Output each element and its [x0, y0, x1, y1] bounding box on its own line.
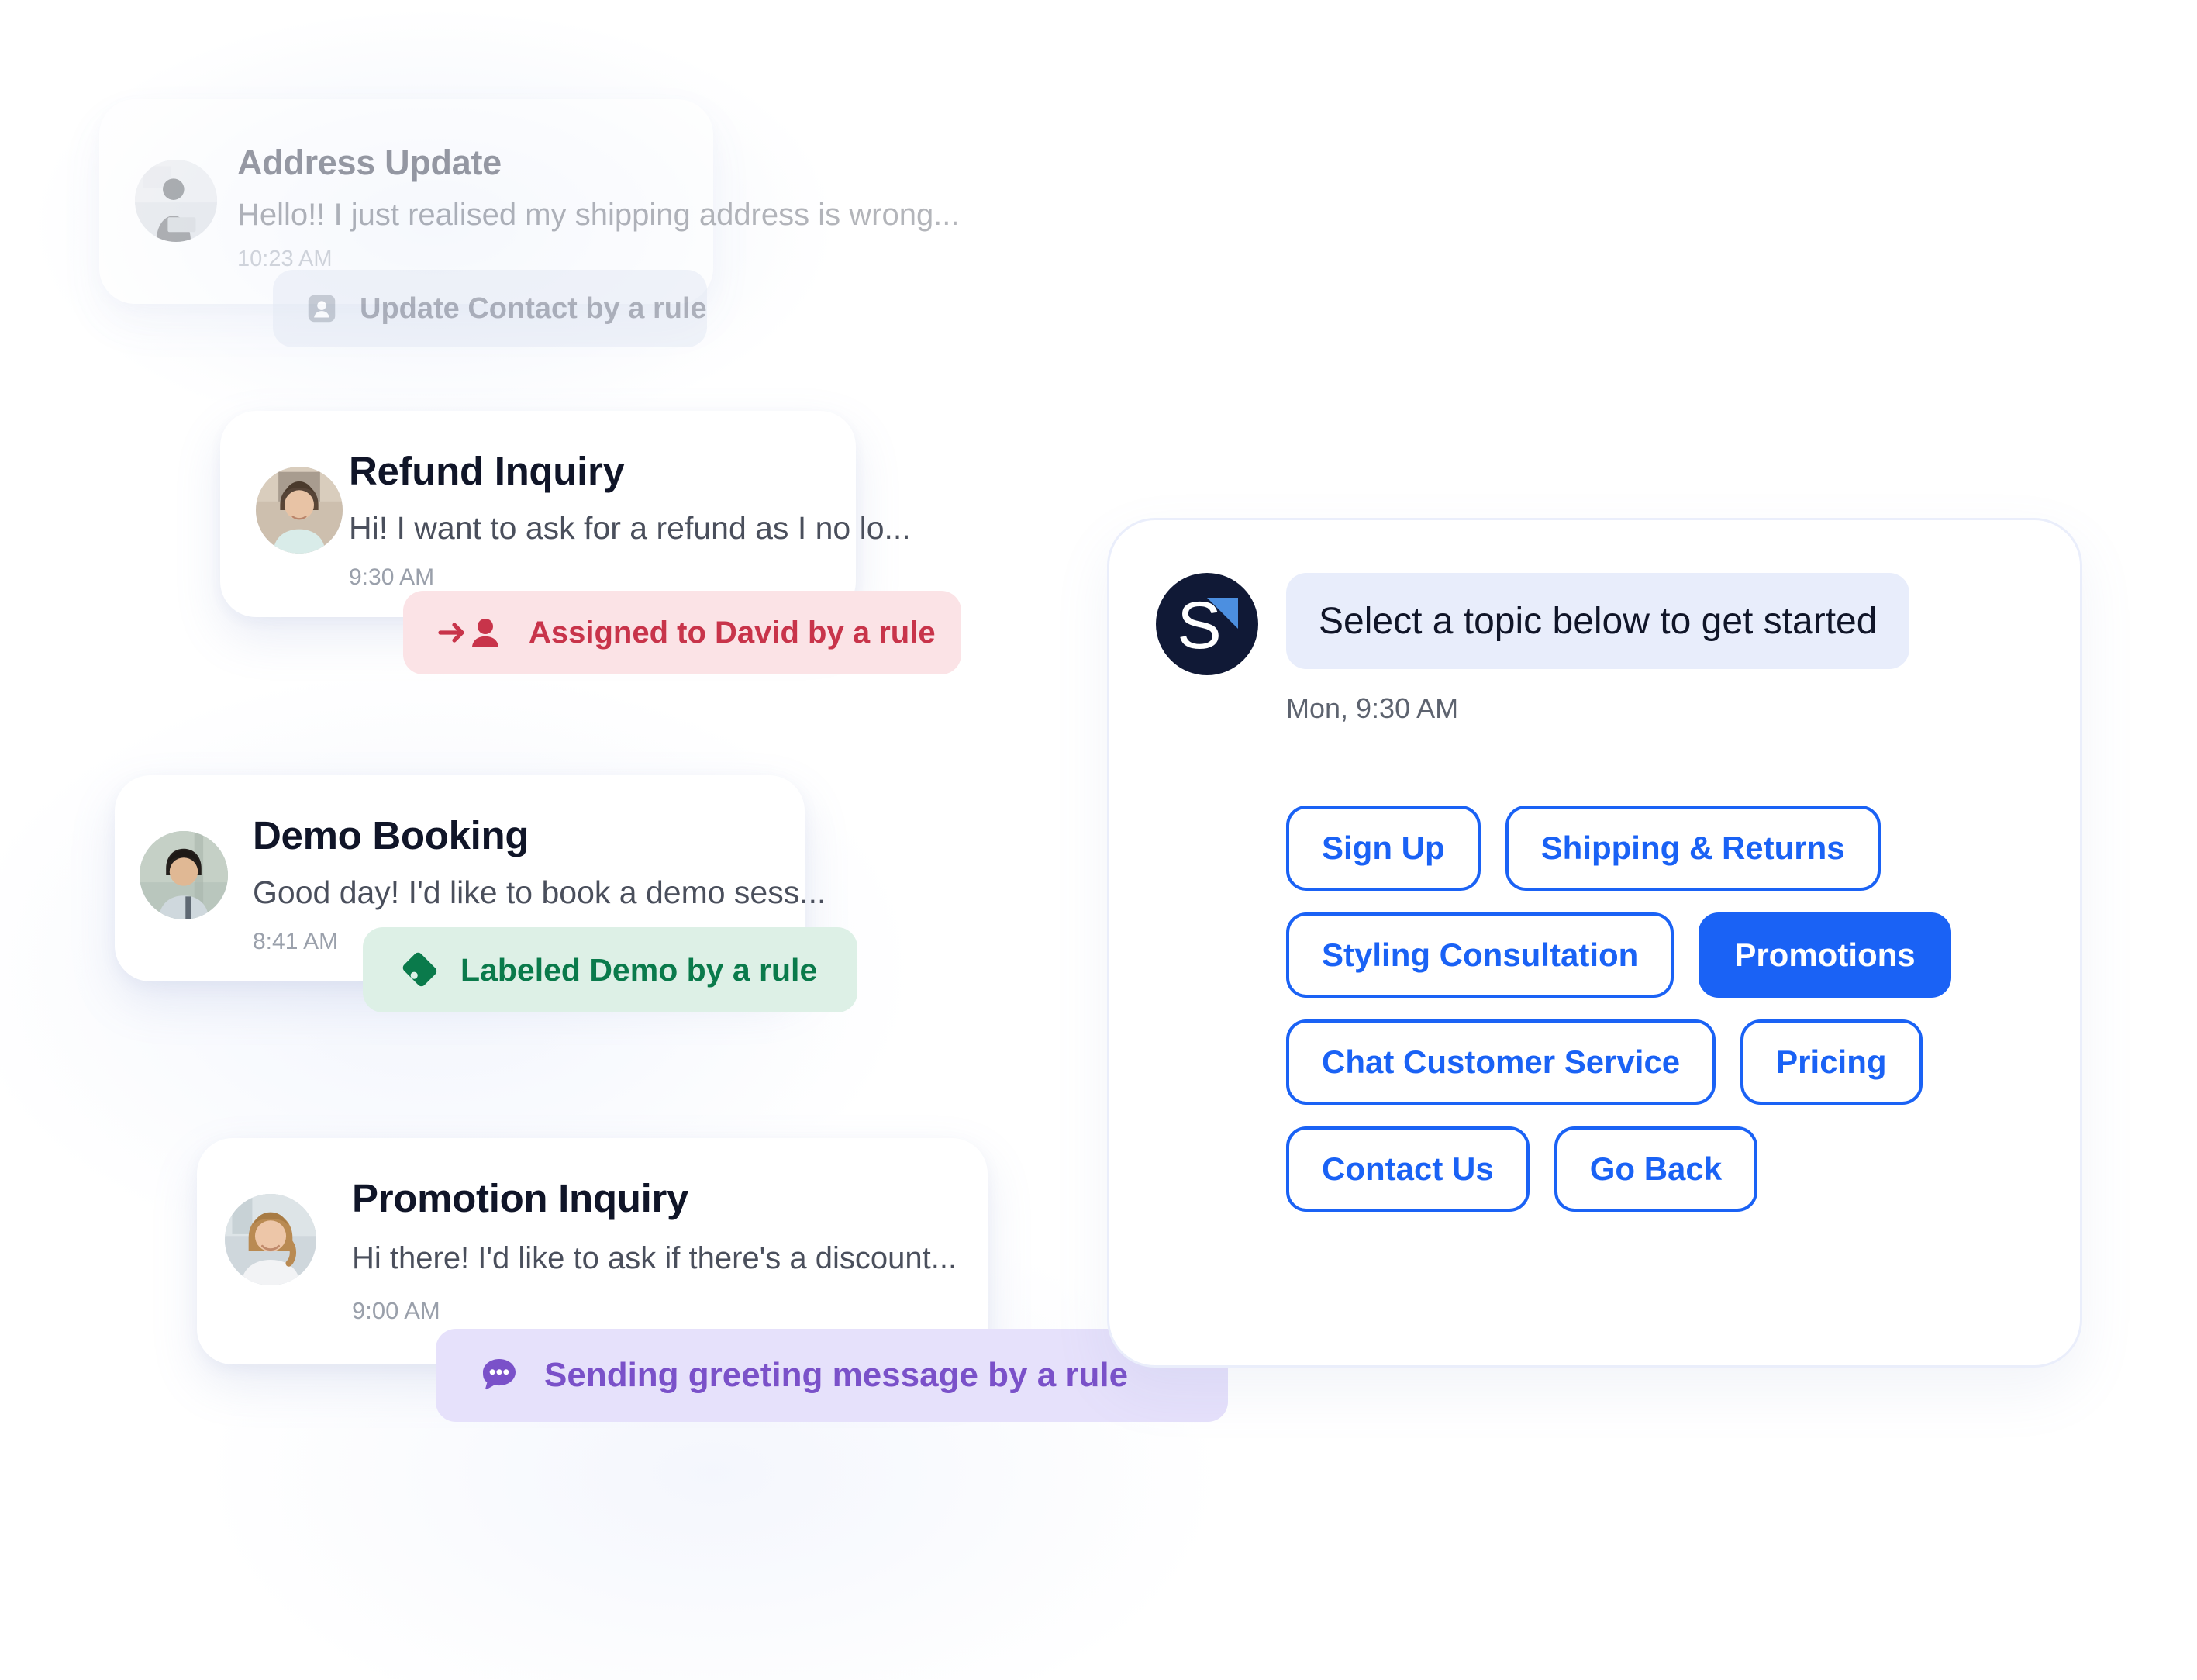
brand-s-logo: S: [1156, 573, 1258, 675]
page-root: Address Update Hello!! I just realised m…: [0, 0, 2197, 1680]
topic-button-contact-us[interactable]: Contact Us: [1286, 1126, 1530, 1212]
topic-button-list: Sign Up Shipping & Returns Styling Consu…: [1286, 806, 2030, 1212]
chat-bubble-icon: [478, 1354, 521, 1397]
conversation-title: Refund Inquiry: [349, 449, 625, 493]
conversation-preview: Hi! I want to ask for a refund as I no l…: [349, 510, 911, 546]
avatar-man-laptop: [135, 160, 217, 242]
topic-button-go-back[interactable]: Go Back: [1554, 1126, 1758, 1212]
avatar-young-man: [140, 831, 228, 919]
topic-button-styling-consultation[interactable]: Styling Consultation: [1286, 912, 1674, 998]
conversation-timestamp: 10:23 AM: [237, 247, 333, 271]
conversation-timestamp: 9:00 AM: [352, 1297, 440, 1324]
avatar-smiling-woman: [225, 1194, 316, 1285]
rule-badge-labeled-demo[interactable]: Labeled Demo by a rule: [363, 927, 857, 1012]
tag-icon: [400, 950, 440, 990]
conversation-card-refund-inquiry[interactable]: Refund Inquiry Hi! I want to ask for a r…: [220, 411, 911, 617]
conversation-preview: Hi there! I'd like to ask if there's a d…: [352, 1241, 957, 1275]
assign-person-icon: [437, 613, 512, 652]
conversation-preview: Hello!! I just realised my shipping addr…: [237, 198, 960, 232]
brand-logo-triangle-icon: [1207, 598, 1238, 629]
rule-badge-label: Sending greeting message by a rule: [544, 1356, 1129, 1394]
rule-badge-label: Update Contact by a rule: [360, 292, 707, 325]
conversation-title: Promotion Inquiry: [352, 1176, 689, 1220]
topic-button-chat-customer-service[interactable]: Chat Customer Service: [1286, 1019, 1716, 1105]
conversation-title: Demo Booking: [253, 813, 529, 857]
topic-button-pricing[interactable]: Pricing: [1740, 1019, 1923, 1105]
rule-badge-sending-greeting[interactable]: Sending greeting message by a rule: [436, 1329, 1228, 1422]
rule-badge-label: Assigned to David by a rule: [529, 616, 936, 650]
rule-badge-label: Labeled Demo by a rule: [460, 951, 818, 988]
contact-card-icon: [304, 291, 340, 326]
chat-widget-panel: S Select a topic below to get started Mo…: [1107, 518, 2082, 1368]
conversation-timestamp: 9:30 AM: [349, 564, 435, 590]
topic-button-promotions[interactable]: Promotions: [1699, 912, 1951, 998]
bot-message-bubble: Select a topic below to get started: [1286, 573, 1910, 669]
topic-button-sign-up[interactable]: Sign Up: [1286, 806, 1481, 891]
conversation-timestamp: 8:41 AM: [253, 929, 339, 954]
rule-badge-update-contact[interactable]: Update Contact by a rule: [273, 270, 707, 347]
bot-message-timestamp: Mon, 9:30 AM: [1286, 692, 1459, 724]
conversation-preview: Good day! I'd like to book a demo sess..…: [253, 874, 826, 910]
topic-button-shipping-returns[interactable]: Shipping & Returns: [1505, 806, 1881, 891]
rule-badge-assigned-to-david[interactable]: Assigned to David by a rule: [403, 591, 961, 674]
avatar-smiling-man: [256, 467, 343, 554]
conversation-title: Address Update: [237, 143, 502, 182]
